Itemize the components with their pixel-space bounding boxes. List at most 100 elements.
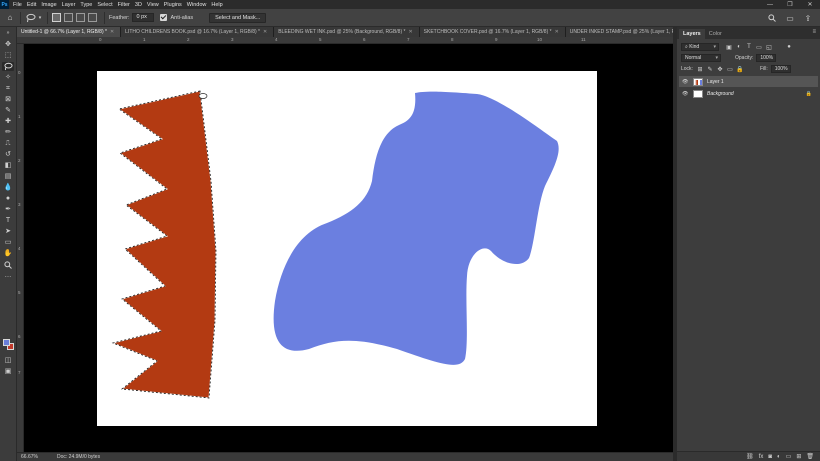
trash-icon[interactable]: 🗑 (806, 453, 814, 460)
home-icon[interactable]: ⌂ (4, 12, 16, 24)
pen-tool-icon[interactable]: ✒ (2, 205, 14, 214)
path-selection-tool-icon[interactable]: ➤ (2, 227, 14, 236)
antialias-checkbox[interactable] (160, 14, 168, 21)
smart-object-filter-icon[interactable]: ◱ (765, 43, 773, 51)
visibility-eye-icon[interactable]: 👁 (682, 91, 690, 97)
fx-icon[interactable]: fx (759, 454, 764, 460)
group-icon[interactable]: ▭ (786, 453, 792, 460)
more-tools-icon[interactable]: … (2, 271, 14, 280)
horizontal-ruler[interactable]: 0 1 2 3 4 5 6 7 8 9 10 11 (17, 37, 673, 44)
menu-3d[interactable]: 3D (135, 2, 142, 8)
adjustment-filter-icon[interactable]: ◐ (735, 43, 743, 51)
lasso-icon[interactable] (25, 12, 37, 24)
intersect-selection-mode[interactable] (88, 13, 97, 22)
tab-litho-childrens-book[interactable]: LITHO CHILDRENS BOOK.psd @ 16.7% (Layer … (121, 27, 275, 37)
screen-mode-icon[interactable]: ▣ (2, 367, 14, 376)
feather-input[interactable]: 0 px (132, 13, 155, 22)
lock-all-icon[interactable]: 🔒 (736, 65, 744, 73)
zoom-tool-icon[interactable] (2, 260, 14, 269)
add-selection-mode[interactable] (64, 13, 73, 22)
dodge-tool-icon[interactable]: ● (2, 194, 14, 203)
move-tool-icon[interactable]: ✥ (2, 40, 14, 49)
close-icon[interactable]: ✕ (408, 27, 412, 37)
quick-mask-icon[interactable]: ◫ (2, 356, 14, 365)
close-icon[interactable]: ✕ (110, 27, 114, 37)
eraser-tool-icon[interactable]: ◧ (2, 161, 14, 170)
lock-position-icon[interactable]: ✥ (716, 65, 724, 73)
visibility-eye-icon[interactable]: 👁 (682, 79, 690, 85)
eyedropper-tool-icon[interactable]: ✎ (2, 106, 14, 115)
minimize-button[interactable]: — (760, 0, 780, 9)
tab-untitled-1[interactable]: Untitled-1 @ 66.7% (Layer 1, RGB/8) * ✕ (17, 27, 122, 37)
clone-stamp-tool-icon[interactable]: ⎍ (2, 139, 14, 148)
close-icon[interactable]: ✕ (263, 27, 267, 37)
marquee-tool-icon[interactable]: ⬚ (2, 51, 14, 60)
menu-image[interactable]: Image (41, 2, 56, 8)
opacity-input[interactable]: 100% (756, 54, 777, 62)
kind-filter-select[interactable]: ⌕ Kind ▾ (681, 43, 719, 51)
document-canvas[interactable] (97, 71, 597, 426)
adjustment-icon[interactable]: ◐ (777, 454, 781, 460)
new-layer-icon[interactable]: ⊞ (796, 453, 801, 460)
layer-name[interactable]: Layer 1 (707, 79, 724, 85)
pixel-filter-icon[interactable]: ▣ (725, 43, 733, 51)
brush-tool-icon[interactable]: ✏ (2, 128, 14, 137)
gradient-tool-icon[interactable]: ▤ (2, 172, 14, 181)
history-brush-tool-icon[interactable]: ↺ (2, 150, 14, 159)
layer-row-background[interactable]: 👁 Background 🔒 (679, 88, 818, 99)
menu-view[interactable]: View (147, 2, 159, 8)
close-button[interactable]: ✕ (800, 0, 820, 9)
panel-menu-icon[interactable]: ≡ (812, 29, 816, 35)
tab-sketchbook-cover[interactable]: SKETCHBOOK COVER.psd @ 16.7% (Layer 1, R… (419, 27, 566, 37)
menu-file[interactable]: File (13, 2, 22, 8)
toolbar-collapse-icon[interactable]: » (2, 29, 14, 38)
tab-layers[interactable]: Layers (679, 29, 705, 39)
rectangle-tool-icon[interactable]: ▭ (2, 238, 14, 247)
workspace-icon[interactable]: ▭ (784, 12, 796, 24)
menu-help[interactable]: Help (211, 2, 222, 8)
menu-select[interactable]: Select (97, 2, 112, 8)
mask-icon[interactable]: ◙ (768, 454, 772, 460)
frame-tool-icon[interactable]: ⊠ (2, 95, 14, 104)
menu-type[interactable]: Type (80, 2, 92, 8)
menu-edit[interactable]: Edit (27, 2, 36, 8)
lock-icon[interactable]: 🔒 (806, 91, 812, 97)
layer-row-layer-1[interactable]: 👁 Layer 1 (679, 76, 818, 87)
fill-input[interactable]: 100% (770, 65, 791, 73)
filter-toggle-icon[interactable]: ● (785, 43, 793, 51)
blue-blob-shape[interactable] (273, 91, 559, 365)
chevron-down-icon[interactable]: ▾ (37, 12, 43, 24)
share-icon[interactable]: ⇪ (802, 12, 814, 24)
subtract-selection-mode[interactable] (76, 13, 85, 22)
doc-size[interactable]: Doc: 24.9M/0 bytes (57, 454, 100, 460)
close-icon[interactable]: ✕ (555, 27, 559, 37)
red-zigzag-shape[interactable] (111, 90, 217, 399)
zoom-level[interactable]: 66.67% (21, 454, 47, 460)
tab-color[interactable]: Color (705, 29, 726, 39)
type-filter-icon[interactable]: T (745, 43, 753, 51)
shape-filter-icon[interactable]: ▭ (755, 43, 763, 51)
vertical-ruler[interactable]: 0 1 2 3 4 5 6 7 (17, 44, 24, 452)
lock-artboard-icon[interactable]: ▭ (726, 65, 734, 73)
type-tool-icon[interactable]: T (2, 216, 14, 225)
maximize-button[interactable]: ❐ (780, 0, 800, 9)
menu-layer[interactable]: Layer (62, 2, 76, 8)
magic-wand-tool-icon[interactable]: ✧ (2, 73, 14, 82)
layer-name[interactable]: Background (707, 91, 734, 97)
healing-brush-tool-icon[interactable]: ✚ (2, 117, 14, 126)
crop-tool-icon[interactable]: ⌗ (2, 84, 14, 93)
new-selection-mode[interactable] (52, 13, 61, 22)
menu-filter[interactable]: Filter (118, 2, 130, 8)
hand-tool-icon[interactable]: ✋ (2, 249, 14, 258)
foreground-color-swatch[interactable] (3, 339, 10, 346)
link-icon[interactable]: ⛓ (746, 453, 754, 460)
blur-tool-icon[interactable]: 💧 (2, 183, 14, 192)
lock-image-pixels-icon[interactable]: ✎ (706, 65, 714, 73)
menu-window[interactable]: Window (187, 2, 207, 8)
tab-bleeding-wet-ink[interactable]: BLEEDING WET INK.psd @ 25% (Background, … (274, 27, 420, 37)
blend-mode-select[interactable]: Normal ▾ (681, 54, 721, 62)
lasso-tool-icon[interactable] (2, 62, 14, 71)
select-and-mask-button[interactable]: Select and Mask... (209, 12, 267, 23)
menu-plugins[interactable]: Plugins (164, 2, 182, 8)
search-icon[interactable] (766, 12, 778, 24)
